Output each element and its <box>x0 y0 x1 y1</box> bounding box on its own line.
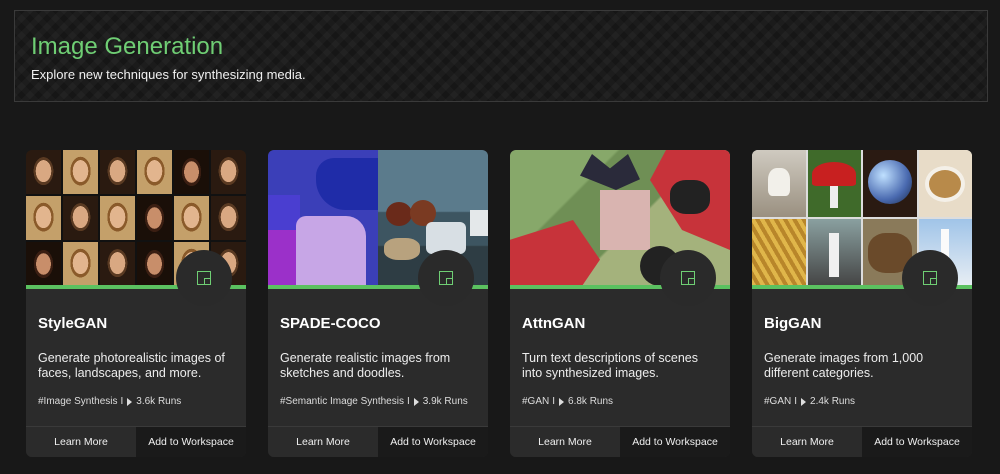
workspace-badge[interactable] <box>418 250 474 306</box>
card-title: AttnGAN <box>522 315 586 332</box>
model-card-spade-coco[interactable]: SPADE-COCO Generate realistic images fro… <box>268 150 488 457</box>
card-runs: 6.8k Runs <box>568 396 614 407</box>
card-description: Generate photorealistic images of faces,… <box>38 351 225 380</box>
card-title: SPADE-COCO <box>280 315 381 332</box>
card-meta: #Image Synthesis I 3.6k Runs <box>38 396 182 407</box>
hero-banner: Image Generation Explore new techniques … <box>14 10 988 102</box>
model-card-biggan[interactable]: BigGAN Generate images from 1,000 differ… <box>752 150 972 457</box>
add-to-workspace-button[interactable]: Add to Workspace <box>620 427 730 457</box>
card-meta: #Semantic Image Synthesis I 3.9k Runs <box>280 396 468 407</box>
card-description: Generate images from 1,000 different cat… <box>764 351 924 380</box>
add-to-workspace-button[interactable]: Add to Workspace <box>378 427 488 457</box>
model-card-stylegan[interactable]: StyleGAN Generate photorealistic images … <box>26 150 246 457</box>
model-icon <box>681 271 695 285</box>
page-title: Image Generation <box>31 33 224 60</box>
card-runs: 2.4k Runs <box>810 396 856 407</box>
play-icon <box>413 397 419 406</box>
card-description: Generate realistic images from sketches … <box>280 351 451 380</box>
play-icon <box>559 397 565 406</box>
card-runs: 3.9k Runs <box>422 396 468 407</box>
workspace-badge[interactable] <box>660 250 716 306</box>
learn-more-button[interactable]: Learn More <box>510 427 620 457</box>
model-icon <box>439 271 453 285</box>
page-subtitle: Explore new techniques for synthesizing … <box>31 67 306 82</box>
model-icon <box>197 271 211 285</box>
card-tag: #Semantic Image Synthesis <box>280 396 404 407</box>
card-meta: #GAN I 6.8k Runs <box>522 396 614 407</box>
play-icon <box>127 397 133 406</box>
workspace-badge[interactable] <box>176 250 232 306</box>
card-title: StyleGAN <box>38 315 108 332</box>
play-icon <box>801 397 807 406</box>
learn-more-button[interactable]: Learn More <box>268 427 378 457</box>
card-description: Turn text descriptions of scenes into sy… <box>522 351 699 380</box>
card-runs: 3.6k Runs <box>136 396 182 407</box>
workspace-badge[interactable] <box>902 250 958 306</box>
learn-more-button[interactable]: Learn More <box>26 427 136 457</box>
card-meta: #GAN I 2.4k Runs <box>764 396 856 407</box>
card-tag: #Image Synthesis <box>38 396 118 407</box>
learn-more-button[interactable]: Learn More <box>752 427 862 457</box>
add-to-workspace-button[interactable]: Add to Workspace <box>136 427 246 457</box>
model-card-attngan[interactable]: AttnGAN Turn text descriptions of scenes… <box>510 150 730 457</box>
card-tag: #GAN <box>522 396 550 407</box>
model-icon <box>923 271 937 285</box>
card-tag: #GAN <box>764 396 792 407</box>
card-title: BigGAN <box>764 315 822 332</box>
add-to-workspace-button[interactable]: Add to Workspace <box>862 427 972 457</box>
